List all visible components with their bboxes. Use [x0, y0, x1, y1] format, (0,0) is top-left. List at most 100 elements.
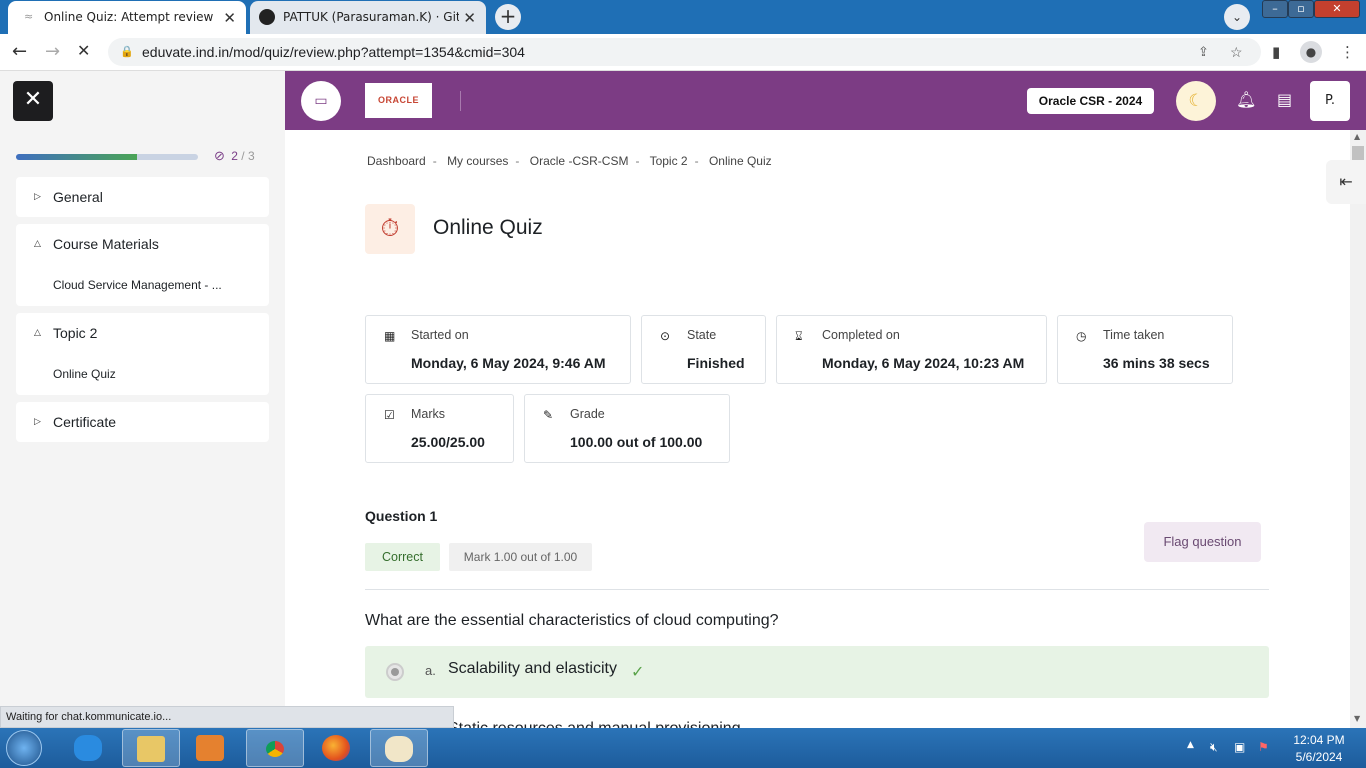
stop-loading-icon[interactable]: ✕ [77, 41, 90, 60]
question-status-badge: Correct [365, 543, 440, 571]
action-center-icon[interactable]: ⚑ [1258, 740, 1269, 754]
menu-dots-icon[interactable]: ⋮ [1340, 43, 1355, 61]
section-course-materials[interactable]: △ Course Materials Cloud Service Managem… [16, 224, 269, 306]
close-tab-icon[interactable]: ✕ [463, 9, 476, 27]
breadcrumb-item[interactable]: Dashboard [367, 154, 426, 168]
close-drawer-button[interactable]: ✕ [13, 81, 53, 121]
breadcrumb-item[interactable]: Online Quiz [709, 154, 772, 168]
answer-text: Scalability and elasticity [448, 660, 617, 677]
started-on-card: ▦ Started on Monday, 6 May 2024, 9:46 AM [365, 315, 631, 384]
open-block-drawer-icon[interactable]: ⇤ [1326, 160, 1366, 204]
activity-link[interactable]: Cloud Service Management - ... [53, 278, 222, 292]
progress-completed: 2 [231, 149, 238, 163]
page-scrollbar[interactable]: ▲ ▼ [1350, 130, 1366, 728]
start-button[interactable] [6, 730, 42, 766]
file-explorer-icon[interactable] [122, 729, 180, 767]
address-bar[interactable]: 🔒 eduvate.ind.in/mod/quiz/review.php?att… [108, 38, 1261, 66]
tab-favicon-icon: ≈ [24, 10, 34, 23]
question-mark-badge: Mark 1.00 out of 1.00 [449, 543, 592, 571]
user-avatar[interactable]: P. [1310, 81, 1350, 121]
section-title: Topic 2 [53, 325, 98, 341]
section-certificate[interactable]: ▷ Certificate [16, 402, 269, 442]
course-name-badge[interactable]: Oracle CSR - 2024 [1027, 88, 1154, 114]
info-value: Finished [687, 355, 745, 371]
tab-search-button[interactable]: ⌄ [1224, 4, 1250, 30]
scroll-up-icon[interactable]: ▲ [1354, 132, 1360, 141]
caret-up-icon: △ [34, 239, 41, 249]
info-label: Grade [570, 407, 605, 421]
scrollbar-thumb[interactable] [1352, 146, 1364, 160]
breadcrumb: Dashboard - My courses - Oracle -CSR-CSM - … [367, 154, 772, 168]
minimize-button[interactable]: – [1262, 0, 1288, 18]
back-icon[interactable]: ← [12, 41, 27, 62]
oracle-logo[interactable]: ORACLE [365, 83, 432, 118]
close-window-button[interactable]: ✕ [1314, 0, 1360, 18]
info-value: 36 mins 38 secs [1103, 355, 1210, 371]
clock-icon: ◷ [1076, 329, 1087, 343]
bell-icon[interactable]: 🔔︎ [1236, 90, 1256, 109]
moon-icon[interactable]: ☾ [1176, 81, 1216, 121]
caret-up-icon: △ [34, 328, 41, 338]
firefox-icon[interactable] [308, 729, 366, 767]
tray-expand-icon[interactable]: ▲ [1187, 740, 1194, 750]
answer-letter: a. [425, 663, 436, 678]
site-header: ▭ ORACLE Oracle CSR - 2024 ☾ 🔔︎ ▤ P. [285, 71, 1366, 130]
media-player-icon[interactable] [182, 729, 240, 767]
section-title: Certificate [53, 414, 117, 430]
section-title: General [53, 189, 103, 205]
paint-icon[interactable] [370, 729, 428, 767]
section-topic-2[interactable]: △ Topic 2 Online Quiz [16, 313, 269, 395]
new-tab-button[interactable]: + [495, 4, 521, 30]
breadcrumb-item[interactable]: Topic 2 [650, 154, 688, 168]
breadcrumb-item[interactable]: Oracle -CSR-CSM [530, 154, 629, 168]
chrome-icon[interactable] [246, 729, 304, 767]
github-icon [259, 9, 275, 25]
hourglass-icon: ⌛︎ [795, 329, 803, 343]
profile-icon[interactable]: ● [1300, 41, 1322, 63]
breadcrumb-separator: - [432, 154, 437, 168]
progress-count: ⊘ 2 / 3 [214, 148, 255, 164]
taskbar-clock[interactable]: 12:04 PM 5/6/2024 [1284, 732, 1354, 766]
answer-radio[interactable] [386, 663, 404, 681]
info-value: 25.00/25.00 [411, 434, 485, 450]
correct-check-icon: ✓ [631, 664, 645, 681]
info-value: Monday, 6 May 2024, 9:46 AM [411, 355, 606, 371]
drawer-toggle-button[interactable]: ▭ [301, 81, 341, 121]
scroll-down-icon[interactable]: ▼ [1354, 714, 1360, 723]
pencil-icon: ✎ [543, 408, 554, 422]
answer-text: Static resources and manual provisioning [448, 720, 741, 728]
section-title: Course Materials [53, 236, 159, 252]
internet-explorer-icon[interactable] [60, 729, 118, 767]
stopwatch-icon: ⏱ [365, 204, 415, 254]
completed-on-card: ⌛︎ Completed on Monday, 6 May 2024, 10:2… [776, 315, 1047, 384]
section-general[interactable]: ▷ General [16, 177, 269, 217]
checkbox-icon: ☑ [384, 408, 395, 422]
share-icon[interactable]: ⇪ [1198, 38, 1209, 66]
state-icon: ⊙ [660, 329, 671, 343]
side-panel-icon[interactable]: ▮ [1272, 43, 1280, 61]
close-tab-icon[interactable]: ✕ [223, 9, 236, 27]
breadcrumb-separator: - [635, 154, 640, 168]
breadcrumb-item[interactable]: My courses [447, 154, 508, 168]
flag-question-button[interactable]: Flag question [1144, 522, 1261, 562]
message-icon[interactable]: ▤ [1277, 90, 1292, 109]
bookmark-star-icon[interactable]: ☆ [1230, 38, 1243, 66]
answer-option-a[interactable]: a. Scalability and elasticity ✓ [365, 646, 1269, 698]
grade-card: ✎ Grade 100.00 out of 100.00 [524, 394, 730, 463]
tab-github[interactable]: PATTUK (Parasuraman.K) · GitHub ✕ [250, 1, 486, 34]
clock-time: 12:04 PM [1293, 733, 1345, 747]
main-content: Dashboard - My courses - Oracle -CSR-CSM - … [285, 130, 1350, 728]
info-label: Completed on [822, 328, 900, 342]
volume-muted-icon[interactable]: 🔇︎ [1210, 740, 1218, 755]
maximize-button[interactable]: ▫ [1288, 0, 1314, 18]
forward-icon[interactable]: → [45, 41, 60, 62]
network-icon[interactable]: ▣ [1234, 740, 1245, 754]
browser-tabstrip: ≈ Online Quiz: Attempt review ✕ PATTUK (… [0, 0, 1366, 34]
answer-option-b[interactable]: b. Static resources and manual provision… [365, 706, 1269, 728]
activity-link[interactable]: Online Quiz [53, 367, 116, 381]
tab-online-quiz[interactable]: ≈ Online Quiz: Attempt review ✕ [8, 1, 246, 34]
calendar-icon: ▦ [384, 329, 396, 343]
info-value: 100.00 out of 100.00 [570, 434, 703, 450]
windows-taskbar: ▲ 🔇︎ ▣ ⚑ 12:04 PM 5/6/2024 [0, 728, 1366, 768]
lock-icon: 🔒 [120, 46, 134, 58]
